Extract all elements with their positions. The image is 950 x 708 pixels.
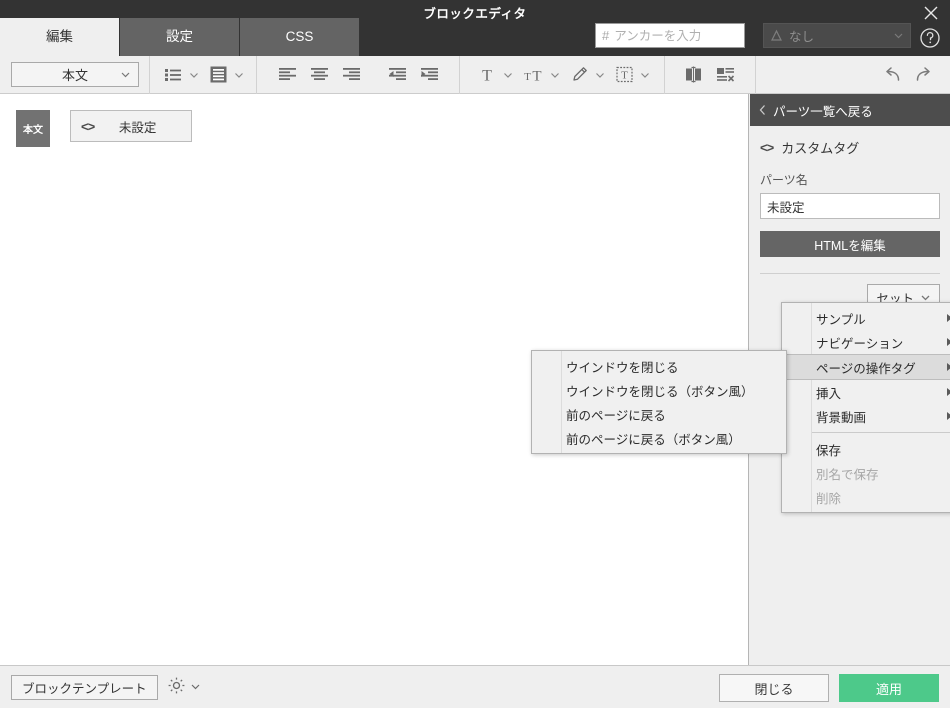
paragraph-style-select[interactable]: 本文 — [11, 62, 139, 87]
chevron-left-icon — [758, 104, 767, 116]
close-icon[interactable] — [920, 2, 942, 24]
chevron-down-icon[interactable] — [233, 62, 245, 88]
title-bar: ブロックエディタ 編集 設定 CSS # なし — [0, 0, 950, 56]
paragraph-block-icon[interactable] — [204, 61, 232, 89]
tab-css[interactable]: CSS — [240, 18, 360, 56]
page-action-tags-submenu[interactable]: ウインドウを閉じる ウインドウを閉じる（ボタン風） 前のページに戻る 前のページ… — [531, 350, 787, 454]
menu-item-label: サンプル — [816, 312, 866, 327]
chevron-down-icon — [920, 292, 931, 303]
outdent-icon[interactable] — [382, 61, 412, 89]
code-brackets-icon: <> — [760, 140, 774, 155]
anchor-input[interactable] — [614, 28, 730, 43]
menu-item-label: ナビゲーション — [816, 336, 904, 351]
hash-icon: # — [602, 28, 610, 43]
font-family-icon[interactable]: T — [473, 61, 501, 89]
set-context-menu[interactable]: サンプル ナビゲーション ページの操作タグ 挿入 背景動画 保存 別名で保存 削… — [781, 302, 950, 513]
close-button[interactable]: 閉じる — [719, 674, 829, 702]
bulleted-list-icon[interactable] — [159, 61, 187, 89]
tab-edit[interactable]: 編集 — [0, 18, 120, 56]
block-row: 本文 <> 未設定 — [16, 110, 192, 147]
anchor-select[interactable]: なし — [763, 23, 911, 48]
help-circle-icon[interactable] — [918, 26, 942, 50]
align-left-icon[interactable] — [272, 61, 302, 89]
back-to-parts-list-label: パーツ一覧へ戻る — [773, 104, 873, 119]
svg-text:T: T — [482, 67, 492, 84]
chevron-down-icon[interactable] — [639, 62, 651, 88]
svg-text:T: T — [532, 68, 541, 84]
edit-html-button[interactable]: HTMLを編集 — [760, 231, 940, 257]
submenu-item-back-to-previous-page[interactable]: 前のページに戻る — [532, 402, 786, 426]
paragraph-style-value: 本文 — [61, 68, 88, 83]
chevron-down-icon — [190, 680, 201, 695]
panel-title: <> カスタムタグ — [760, 138, 940, 157]
menu-item-background-video[interactable]: 背景動画 — [782, 404, 950, 428]
panel-divider — [760, 273, 940, 274]
block-template-button[interactable]: ブロックテンプレート — [11, 675, 158, 700]
submenu-item-close-window[interactable]: ウインドウを閉じる — [532, 354, 786, 378]
apply-button[interactable]: 適用 — [839, 674, 939, 702]
menu-item-label: 削除 — [816, 491, 842, 506]
menu-item-label: 前のページに戻る（ボタン風） — [566, 432, 741, 447]
anchor-select-value: なし — [789, 30, 815, 44]
tab-bar: 編集 設定 CSS — [0, 18, 360, 56]
undo-icon[interactable] — [878, 61, 908, 89]
split-column-icon[interactable] — [678, 61, 708, 89]
svg-text:T: T — [621, 70, 628, 82]
chevron-down-icon[interactable] — [502, 62, 514, 88]
text-color-icon[interactable] — [565, 61, 593, 89]
menu-item-label: ウインドウを閉じる（ボタン風） — [566, 384, 754, 399]
custom-tag-label: 未設定 — [118, 120, 157, 135]
anchor-marker-icon — [770, 29, 783, 42]
menu-divider — [812, 432, 950, 433]
formatting-toolbar: 本文 T T T T — [0, 55, 950, 94]
menu-item-label: 別名で保存 — [816, 467, 879, 482]
chevron-down-icon — [120, 69, 131, 80]
menu-item-label: 前のページに戻る — [566, 408, 666, 423]
block-type-badge: 本文 — [16, 110, 50, 147]
font-size-icon[interactable]: T T — [518, 61, 548, 89]
gear-icon — [167, 676, 186, 698]
panel-body: <> カスタムタグ パーツ名 HTMLを編集 セット — [750, 126, 950, 310]
menu-item-save[interactable]: 保存 — [782, 437, 950, 461]
parts-name-input[interactable] — [760, 193, 940, 219]
parts-name-label: パーツ名 — [760, 173, 808, 187]
svg-text:T: T — [524, 71, 531, 83]
menu-item-navigation[interactable]: ナビゲーション — [782, 330, 950, 354]
chevron-down-icon[interactable] — [549, 62, 561, 88]
chevron-down-icon[interactable] — [188, 62, 200, 88]
menu-item-label: 保存 — [816, 443, 842, 458]
menu-item-page-action-tags[interactable]: ページの操作タグ — [782, 354, 950, 380]
menu-item-label: 挿入 — [816, 386, 842, 401]
anchor-field[interactable]: # — [595, 23, 745, 48]
submenu-item-close-window-button[interactable]: ウインドウを閉じる（ボタン風） — [532, 378, 786, 402]
panel-title-label: カスタムタグ — [781, 141, 860, 156]
footer-bar: ブロックテンプレート 閉じる 適用 — [0, 665, 950, 708]
menu-item-delete: 削除 — [782, 485, 950, 509]
clear-format-icon[interactable] — [710, 61, 740, 89]
align-center-icon[interactable] — [304, 61, 334, 89]
tab-settings[interactable]: 設定 — [120, 18, 240, 56]
text-highlight-icon[interactable]: T — [610, 61, 638, 89]
menu-item-save-as: 別名で保存 — [782, 461, 950, 485]
chevron-down-icon — [893, 30, 904, 41]
align-right-icon[interactable] — [336, 61, 366, 89]
indent-icon[interactable] — [414, 61, 444, 89]
block-editor-window: ブロックエディタ 編集 設定 CSS # なし — [0, 0, 950, 708]
redo-icon[interactable] — [908, 61, 938, 89]
custom-tag-block[interactable]: <> 未設定 — [70, 110, 192, 142]
chevron-down-icon[interactable] — [594, 62, 606, 88]
code-brackets-icon: <> — [81, 118, 95, 134]
menu-item-sample[interactable]: サンプル — [782, 306, 950, 330]
undo-redo-group — [878, 61, 950, 89]
submenu-item-back-to-previous-page-button[interactable]: 前のページに戻る（ボタン風） — [532, 426, 786, 450]
menu-item-label: ウインドウを閉じる — [566, 360, 679, 375]
back-to-parts-list-button[interactable]: パーツ一覧へ戻る — [750, 94, 950, 126]
menu-item-label: 背景動画 — [816, 410, 867, 425]
menu-item-insert[interactable]: 挿入 — [782, 380, 950, 404]
settings-gear-button[interactable] — [167, 676, 201, 698]
menu-item-label: ページの操作タグ — [816, 361, 916, 376]
